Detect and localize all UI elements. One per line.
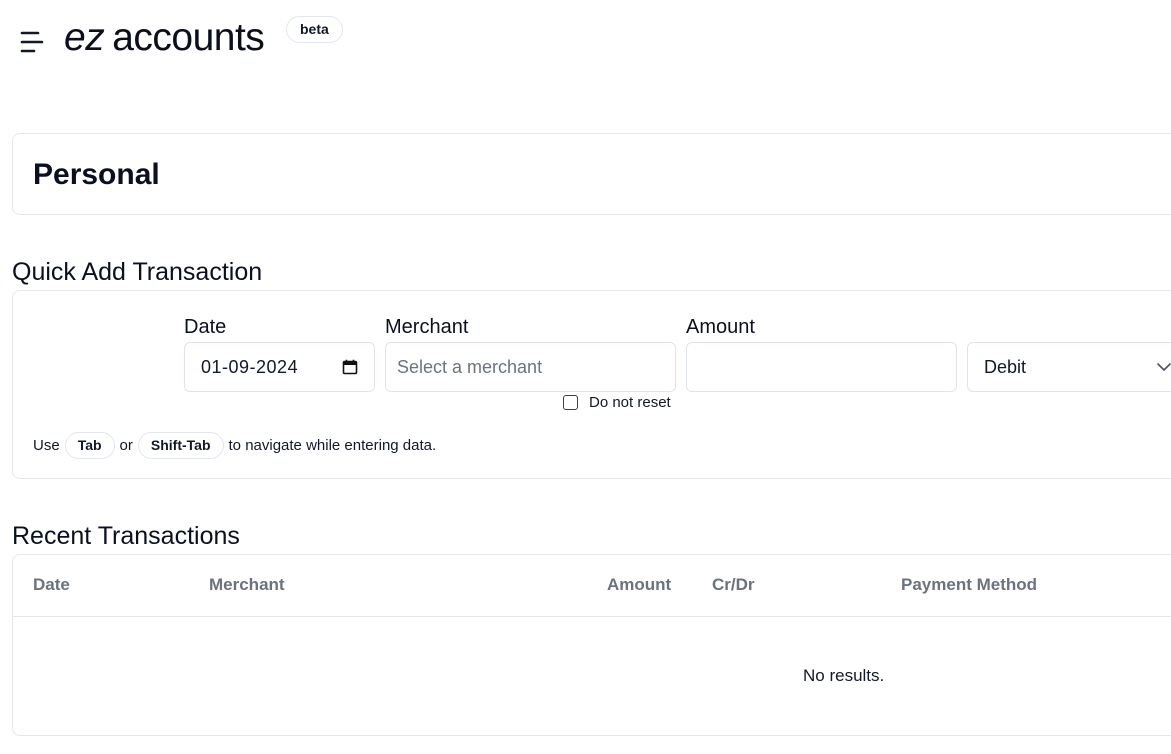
recent-transactions-title: Recent Transactions [12, 522, 240, 550]
crdr-value: Debit [984, 357, 1027, 377]
quick-add-title: Quick Add Transaction [12, 258, 263, 286]
amount-label: Amount [686, 316, 755, 338]
crdr-select[interactable]: Debit [967, 342, 1171, 392]
date-input[interactable]: 01-09-2024 [184, 342, 375, 392]
column-header-date: Date [33, 575, 70, 594]
do-not-reset-label: Do not reset [589, 393, 671, 411]
hint-prefix: Use [33, 436, 60, 454]
menu-icon[interactable] [20, 30, 46, 54]
keyboard-hint: Use Tab or Shift-Tab to navigate while e… [33, 431, 436, 459]
empty-state: No results. [803, 666, 885, 685]
beta-badge: beta [286, 16, 343, 43]
hint-or: or [119, 436, 133, 454]
column-header-crdr: Cr/Dr [712, 575, 755, 594]
app-logo[interactable]: ez accounts [64, 14, 265, 62]
kbd-shift-tab: Shift-Tab [137, 431, 224, 459]
merchant-label: Merchant [385, 316, 469, 338]
hint-suffix: to navigate while entering data. [228, 436, 437, 454]
date-value: 01-09-2024 [201, 357, 299, 377]
quick-add-card: Date Merchant Amount 01-09-2024 Select a… [12, 290, 1171, 479]
column-header-payment-method: Payment Method [901, 575, 1038, 594]
do-not-reset-option[interactable]: Do not reset [563, 392, 671, 412]
do-not-reset-checkbox[interactable] [563, 394, 578, 410]
recent-transactions-table: Date Merchant Amount Cr/Dr Payment Metho… [12, 554, 1171, 736]
brand-prefix: ez [64, 16, 105, 59]
app-header: ez accounts beta [0, 0, 1171, 80]
date-label: Date [184, 316, 227, 338]
account-card: Personal [12, 133, 1171, 215]
chevron-down-icon [1157, 363, 1171, 371]
amount-input[interactable] [686, 342, 957, 392]
merchant-input[interactable]: Select a merchant [385, 342, 676, 392]
column-header-merchant: Merchant [209, 575, 285, 594]
account-title: Personal [33, 158, 160, 191]
calendar-icon[interactable] [342, 359, 358, 375]
table-divider [13, 616, 1171, 617]
kbd-tab: Tab [64, 431, 115, 459]
column-header-amount: Amount [607, 575, 672, 594]
brand-name: accounts [112, 16, 265, 59]
